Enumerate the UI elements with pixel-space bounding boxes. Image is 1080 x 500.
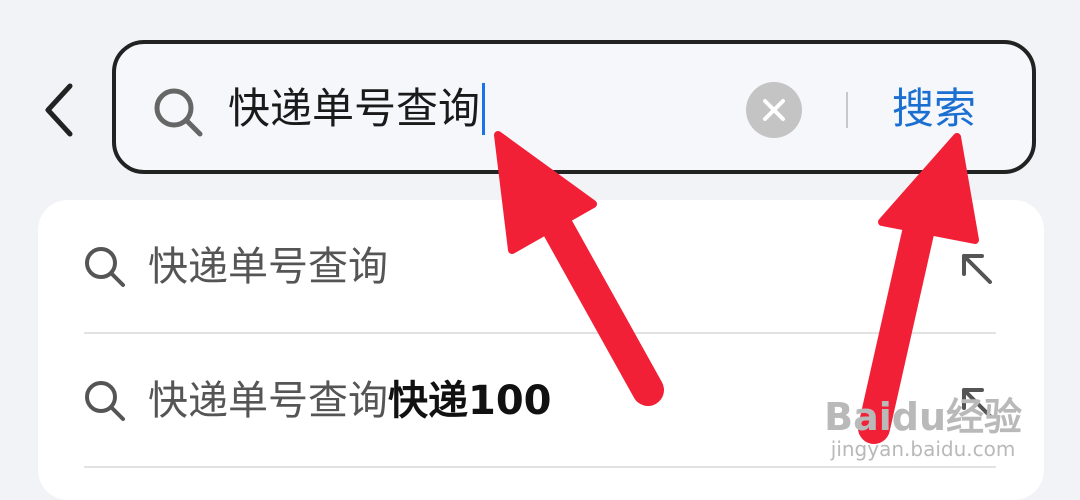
search-bar[interactable]: 快递单号查询 搜索 bbox=[112, 40, 1036, 174]
watermark-logo: Baidu经验 bbox=[824, 395, 1022, 439]
suggestion-text-plain: 快递单号查询 bbox=[148, 244, 388, 290]
suggestion-text: 快递单号查询快递100 bbox=[148, 366, 552, 436]
search-icon bbox=[85, 381, 125, 421]
suggestion-item[interactable]: 快递单号查询 bbox=[38, 200, 1044, 334]
baidu-watermark: Baidu经验 jingyan.baidu.com bbox=[824, 396, 1022, 460]
fill-arrow-icon[interactable] bbox=[956, 248, 996, 288]
back-button[interactable] bbox=[30, 70, 90, 150]
clear-icon bbox=[763, 99, 785, 121]
suggestion-divider bbox=[84, 466, 996, 468]
search-input[interactable]: 快递单号查询 bbox=[228, 74, 486, 144]
search-icon bbox=[85, 247, 125, 287]
back-arrow-icon bbox=[45, 83, 73, 137]
search-icon bbox=[154, 88, 203, 137]
suggestion-text-plain: 快递单号查询 bbox=[148, 378, 388, 424]
suggestion-text-bold: 快递100 bbox=[388, 378, 552, 424]
suggestion-text: 快递单号查询 bbox=[148, 232, 388, 302]
search-query-text: 快递单号查询 bbox=[228, 84, 481, 133]
clear-button[interactable] bbox=[746, 82, 802, 138]
search-button[interactable]: 搜索 bbox=[892, 74, 976, 144]
search-divider bbox=[846, 92, 848, 128]
watermark-url: jingyan.baidu.com bbox=[830, 437, 1016, 461]
text-caret bbox=[482, 82, 486, 135]
